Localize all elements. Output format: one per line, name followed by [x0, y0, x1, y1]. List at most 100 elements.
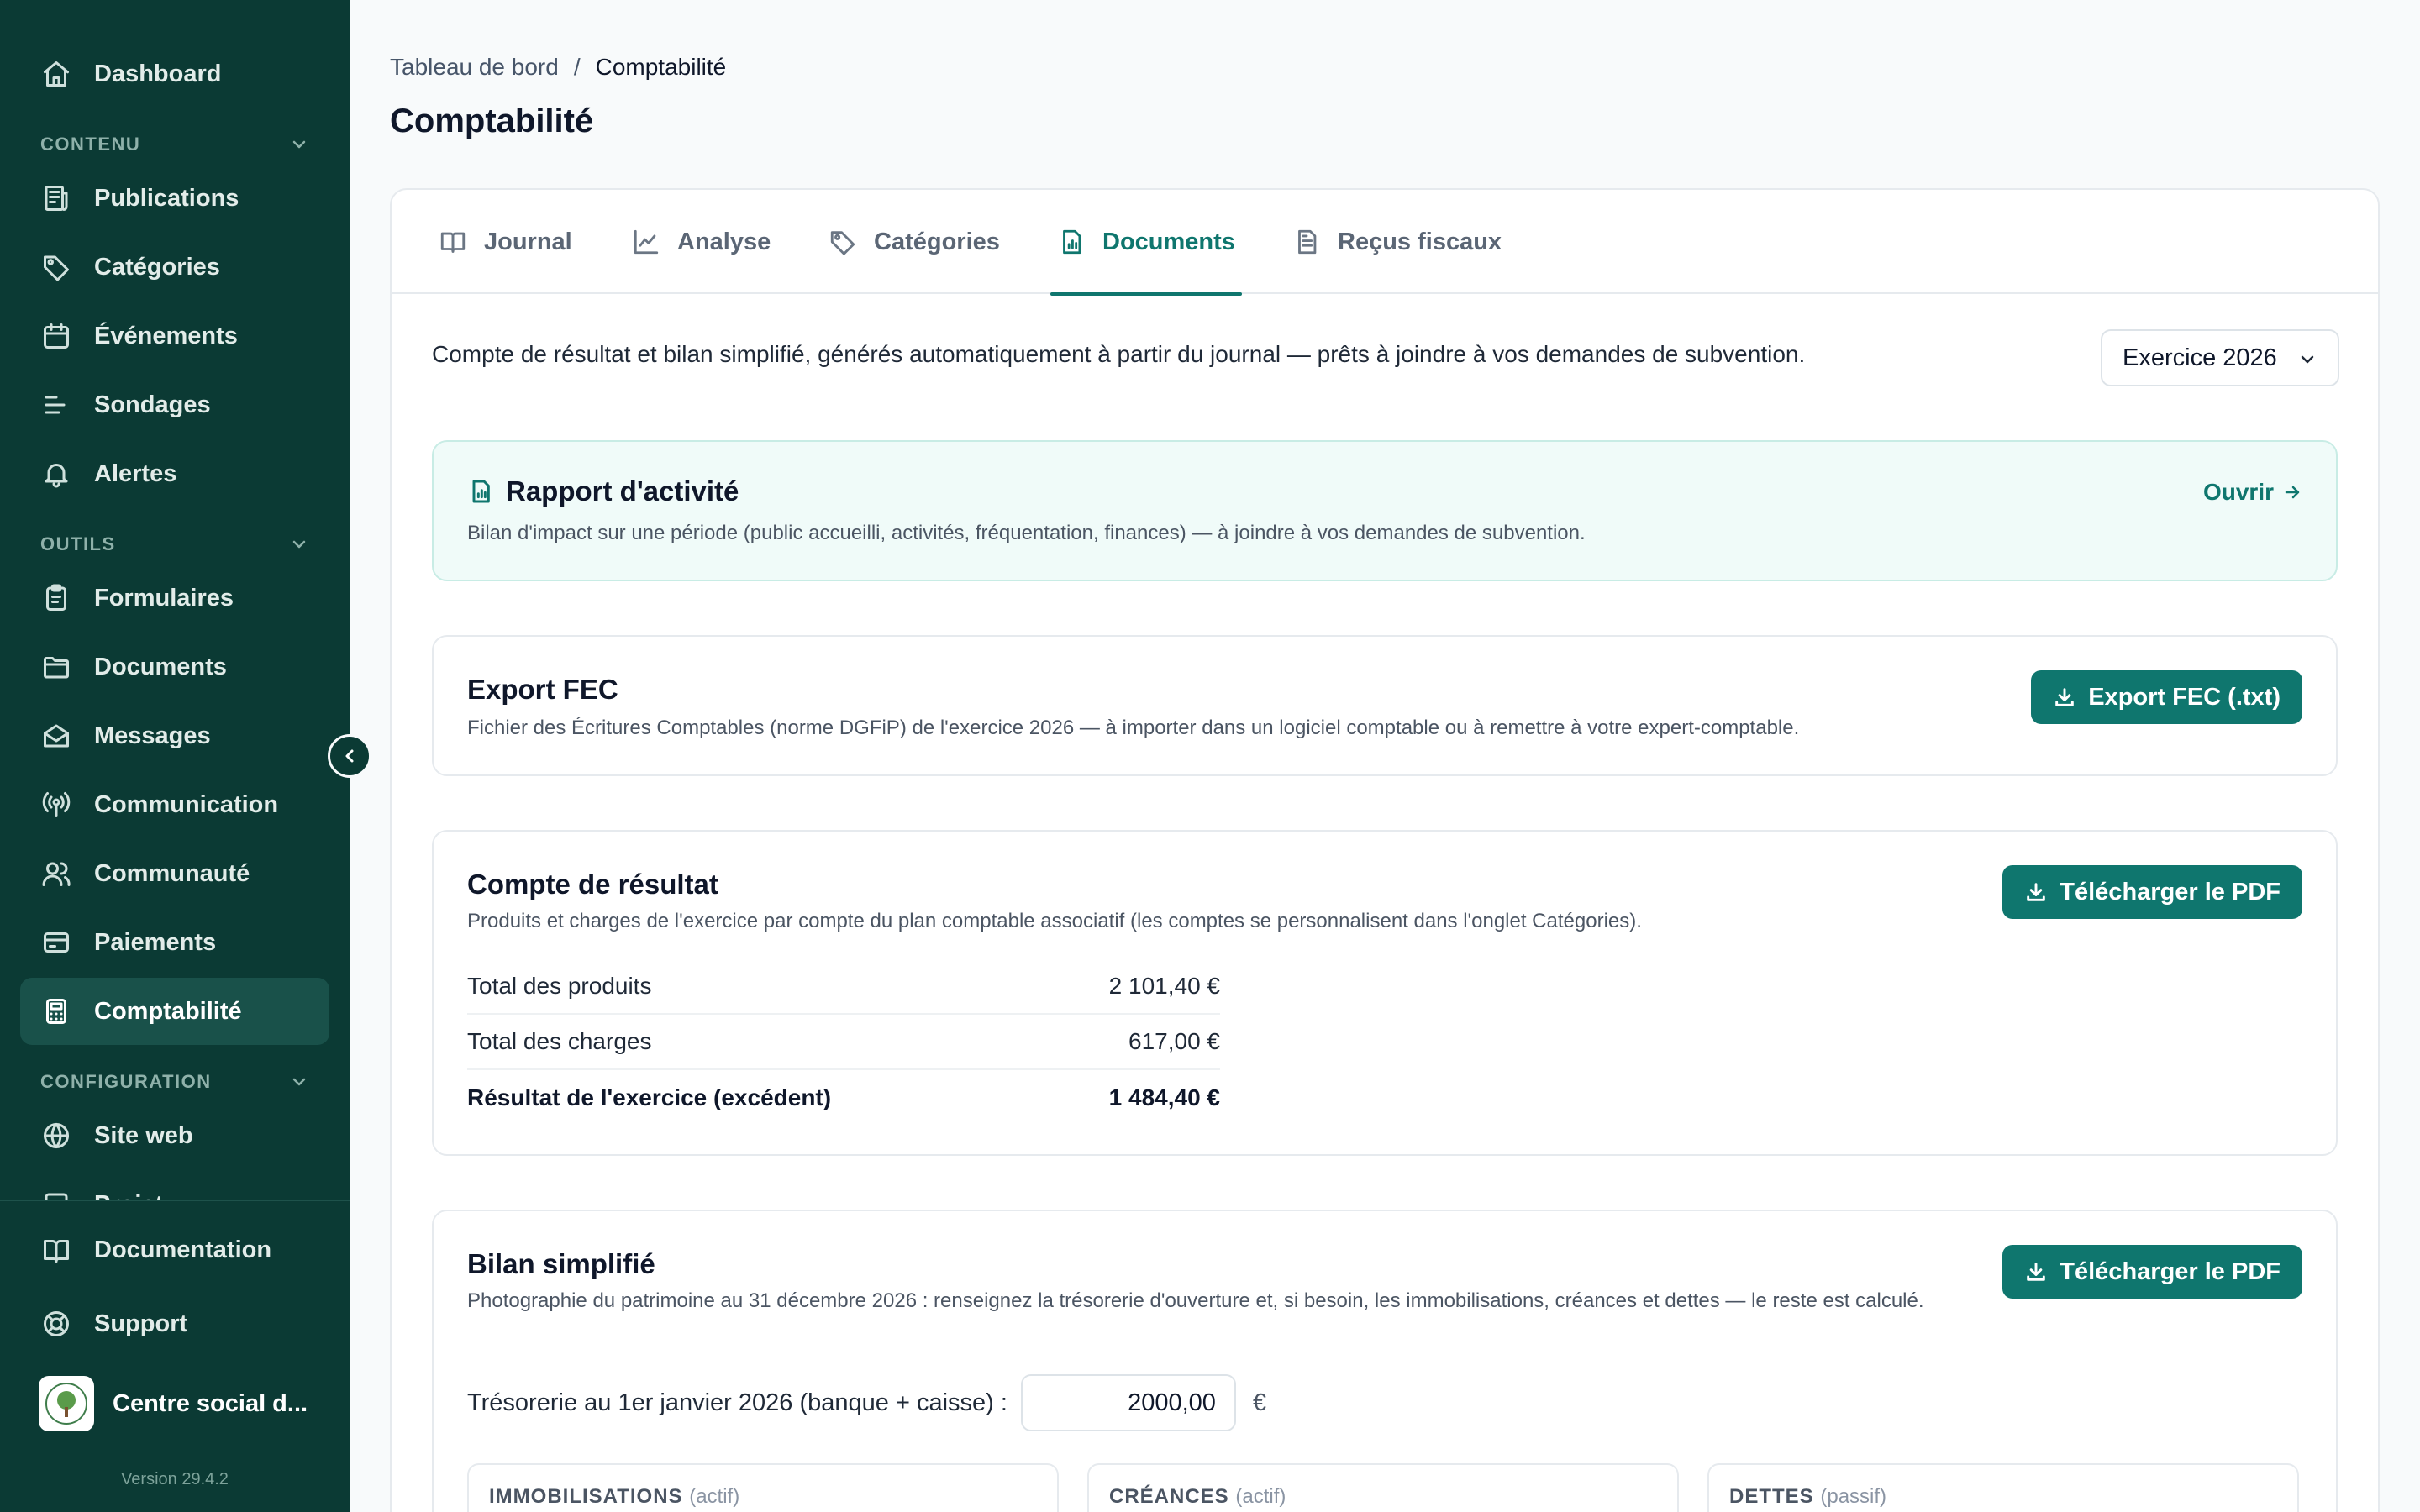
link-label: Ouvrir	[2202, 479, 2274, 505]
sidebar-item-publications[interactable]: Publications	[20, 165, 329, 232]
sidebar-item-evenements[interactable]: Événements	[20, 302, 329, 370]
sidebar-item-communication[interactable]: Communication	[20, 771, 329, 838]
sidebar-item-label: Formulaires	[94, 584, 234, 612]
download-balance-sheet-pdf-button[interactable]: Télécharger le PDF	[2002, 1245, 2302, 1299]
clipboard-icon	[40, 582, 72, 614]
dettes-card: DETTES (passif)	[1707, 1463, 2299, 1512]
card-label-sub: (actif)	[1235, 1485, 1286, 1508]
tab-analyse[interactable]: Analyse	[632, 190, 771, 294]
sidebar-item-communaute[interactable]: Communauté	[20, 840, 329, 907]
sidebar-item-categories[interactable]: Catégories	[20, 234, 329, 301]
fiscal-year-select[interactable]: Exercice 2026	[2101, 329, 2339, 386]
sidebar-item-paiements[interactable]: Paiements	[20, 909, 329, 976]
totals-row-produits: Total des produits 2 101,40 €	[467, 959, 1220, 1015]
tag-icon	[40, 251, 72, 283]
sidebar-item-formulaires[interactable]: Formulaires	[20, 564, 329, 632]
home-icon	[40, 58, 72, 90]
breadcrumb-current: Comptabilité	[595, 54, 727, 80]
download-icon	[2055, 688, 2075, 706]
receipt-icon	[1298, 229, 1317, 255]
sidebar-nav[interactable]: Dashboard CONTENU Publications Catégorie…	[0, 0, 350, 1201]
sidebar-item-sondages[interactable]: Sondages	[20, 371, 329, 438]
tab-label: Catégories	[874, 228, 1000, 255]
sidebar-item-messages[interactable]: Messages	[20, 702, 329, 769]
sidebar-item-documents[interactable]: Documents	[20, 633, 329, 701]
sidebar-item-projet[interactable]: Projet	[20, 1171, 329, 1201]
sidebar-collapse-button[interactable]	[328, 734, 371, 778]
app-version: Version 29.4.2	[121, 1470, 229, 1488]
folder-icon	[40, 651, 72, 683]
chart-line-icon	[634, 229, 659, 255]
download-icon	[2027, 1263, 2046, 1281]
row-label: Résultat de l'exercice (excédent)	[467, 1084, 832, 1110]
fiscal-year-value: Exercice 2026	[2123, 344, 2277, 371]
report-icon	[472, 480, 490, 503]
users-icon	[40, 858, 72, 890]
sidebar-item-dashboard[interactable]: Dashboard	[20, 40, 329, 108]
sidebar-item-comptabilite[interactable]: Comptabilité	[20, 978, 329, 1045]
opening-treasury-row: Trésorerie au 1er janvier 2026 (banque +…	[467, 1374, 1266, 1431]
section-label: CONTENU	[40, 134, 141, 155]
tab-journal[interactable]: Journal	[439, 190, 572, 294]
income-statement-title: Compte de résultat	[467, 869, 718, 900]
export-fec-button[interactable]: Export FEC (.txt)	[2031, 670, 2302, 724]
sidebar-item-label: Documents	[94, 653, 227, 680]
chevron-down-icon	[292, 540, 306, 549]
sidebar-item-label: Messages	[94, 722, 211, 749]
tab-categories[interactable]: Catégories	[829, 190, 1000, 294]
sidebar-item-support[interactable]: Support	[20, 1294, 329, 1354]
sidebar-divider	[0, 1200, 350, 1201]
tab-recus-fiscaux[interactable]: Reçus fiscaux	[1292, 190, 1502, 294]
sidebar-item-label: Documentation	[94, 1236, 272, 1263]
documents-intro: Compte de résultat et bilan simplifié, g…	[432, 341, 1806, 367]
sidebar-item-label: Dashboard	[94, 60, 222, 87]
sidebar-section-configuration[interactable]: CONFIGURATION	[40, 1065, 309, 1099]
open-activity-report-link[interactable]: Ouvrir	[2203, 479, 2302, 506]
download-income-statement-pdf-button[interactable]: Télécharger le PDF	[2002, 865, 2302, 919]
sidebar-item-label: Publications	[94, 184, 239, 212]
arrow-right-icon	[2285, 486, 2300, 499]
sidebar-item-documentation[interactable]: Documentation	[20, 1220, 329, 1280]
creances-card: CRÉANCES (actif)	[1087, 1463, 1679, 1512]
organization-switcher[interactable]: Centre social d...	[39, 1376, 308, 1431]
poll-icon	[40, 389, 72, 421]
book-open-icon	[440, 232, 466, 253]
sidebar-item-label: Paiements	[94, 928, 217, 956]
sidebar-item-site-web[interactable]: Site web	[20, 1102, 329, 1169]
fec-export-panel: Export FEC Fichier des Écritures Comptab…	[432, 635, 2338, 776]
breadcrumb-root[interactable]: Tableau de bord	[390, 54, 559, 81]
fec-export-description: Fichier des Écritures Comptables (norme …	[467, 717, 1800, 739]
activity-report-description: Bilan d'impact sur une période (public a…	[467, 522, 1586, 544]
tab-label: Analyse	[677, 228, 771, 255]
sidebar-item-label: Support	[94, 1310, 188, 1337]
book-icon	[40, 1234, 72, 1266]
income-totals-table: Total des produits 2 101,40 € Total des …	[467, 959, 1220, 1126]
card-label-sub: (passif)	[1820, 1485, 1887, 1508]
income-statement-panel: Compte de résultat Produits et charges d…	[432, 830, 2338, 1156]
row-label: Total des produits	[467, 973, 652, 999]
section-label: CONFIGURATION	[40, 1071, 212, 1092]
row-value: 1 484,40 €	[1108, 1084, 1220, 1110]
sidebar-item-label: Communauté	[94, 859, 250, 887]
tab-documents[interactable]: Documents	[1050, 190, 1242, 296]
tab-label: Documents	[1102, 228, 1235, 255]
sidebar-item-label: Alertes	[94, 459, 177, 487]
sidebar-section-contenu[interactable]: CONTENU	[40, 128, 309, 161]
totals-row-resultat: Résultat de l'exercice (excédent) 1 484,…	[467, 1070, 1220, 1126]
chevron-left-icon	[345, 749, 354, 763]
balance-sheet-title: Bilan simplifié	[467, 1248, 655, 1279]
fec-export-title: Export FEC	[467, 674, 618, 705]
sidebar-item-alertes[interactable]: Alertes	[20, 440, 329, 507]
broadcast-icon	[40, 789, 72, 821]
sidebar-item-label: Comptabilité	[94, 997, 242, 1025]
sidebar-section-outils[interactable]: OUTILS	[40, 528, 309, 561]
mail-icon	[40, 720, 72, 752]
activity-report-panel[interactable]: Rapport d'activité Bilan d'impact sur un…	[432, 440, 2338, 581]
tag-icon	[830, 231, 855, 255]
tab-label: Journal	[484, 228, 572, 255]
totals-row-charges: Total des charges 617,00 €	[467, 1015, 1220, 1070]
opening-treasury-input[interactable]	[1020, 1374, 1236, 1431]
tab-active-indicator	[1050, 292, 1242, 296]
organization-name: Centre social d...	[113, 1389, 308, 1417]
card-label-sub: (actif)	[689, 1485, 740, 1508]
